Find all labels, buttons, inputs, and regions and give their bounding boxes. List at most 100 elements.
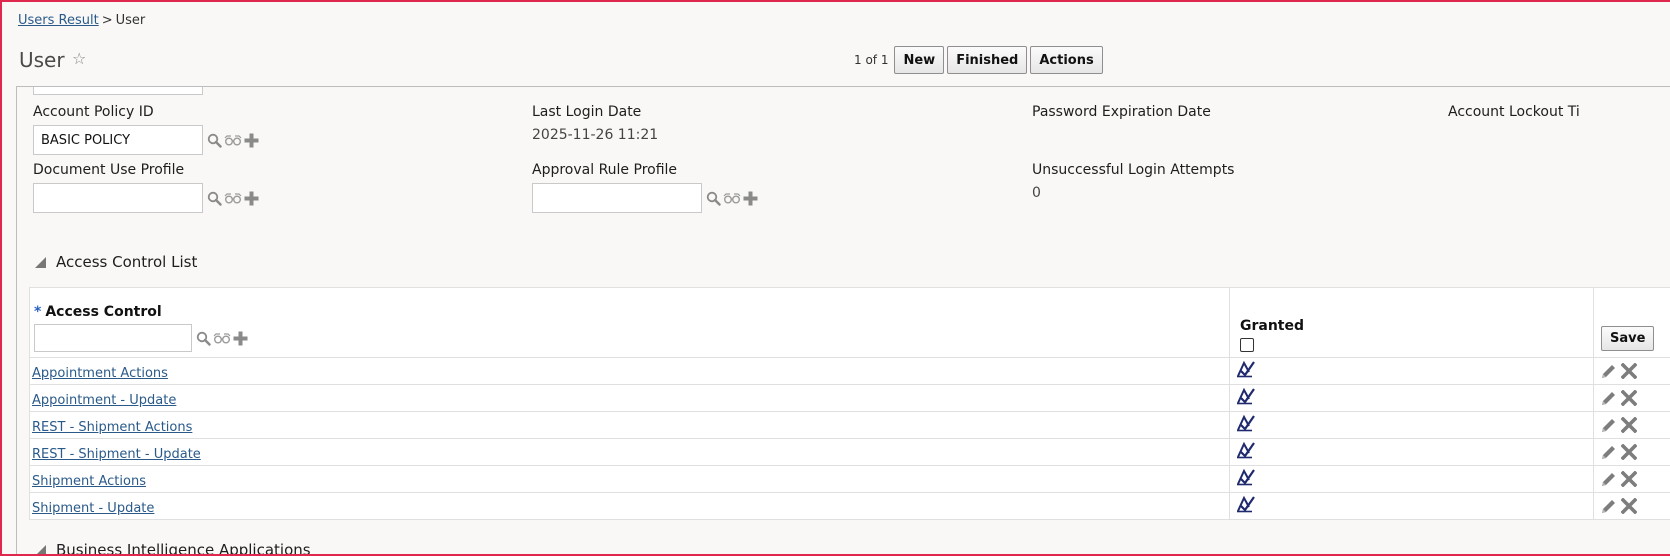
account-policy-field: Account Policy ID	[33, 104, 259, 155]
acl-header-row: * Access Control Granted Save	[29, 287, 1670, 358]
search-icon[interactable]	[706, 191, 721, 206]
granted-checkbox[interactable]	[1240, 338, 1254, 352]
plus-icon[interactable]	[244, 191, 259, 206]
partial-input-above[interactable]	[33, 87, 203, 95]
granted-cell	[1229, 411, 1594, 439]
bi-applications-section-title: Business Intelligence Applications	[56, 541, 311, 556]
last-login-label: Last Login Date	[532, 104, 642, 120]
granted-cell	[1229, 357, 1594, 385]
toolbar: 1 of 1 New Finished Actions	[854, 46, 1103, 74]
window-frame: Users Result > User User ☆ 1 of 1 New Fini…	[0, 0, 1670, 556]
row-actions-cell	[1593, 384, 1670, 412]
acl-section-header[interactable]: Access Control List	[35, 253, 197, 271]
breadcrumb-users-result-link[interactable]: Users Result	[18, 13, 99, 28]
user-detail-panel: Account Policy ID Last Login Date 2025-1…	[16, 86, 1670, 556]
granted-checkmark-icon	[1236, 468, 1256, 486]
password-expiration-field: Password Expiration Date	[1032, 104, 1211, 120]
access-control-input[interactable]	[34, 324, 192, 352]
plus-icon[interactable]	[233, 331, 248, 346]
granted-header-label: Granted	[1240, 318, 1305, 334]
search-icon[interactable]	[196, 331, 211, 346]
access-control-link[interactable]: Appointment - Update	[32, 393, 176, 408]
last-login-field: Last Login Date 2025-11-26 11:21	[532, 104, 658, 143]
password-expiration-label: Password Expiration Date	[1032, 104, 1211, 120]
access-control-link[interactable]: REST - Shipment - Update	[32, 447, 201, 462]
close-icon[interactable]	[1621, 444, 1637, 460]
unsuccessful-logins-value: 0	[1032, 185, 1041, 201]
access-control-link[interactable]: Shipment - Update	[32, 501, 154, 516]
granted-checkmark-icon	[1236, 360, 1256, 378]
close-icon[interactable]	[1621, 417, 1637, 433]
close-icon[interactable]	[1621, 498, 1637, 514]
row-actions-cell	[1593, 438, 1670, 466]
granted-cell	[1229, 465, 1594, 493]
plus-icon[interactable]	[743, 191, 758, 206]
new-button[interactable]: New	[894, 46, 945, 74]
access-control-header-label: * Access Control	[34, 304, 1225, 320]
acl-table: * Access Control Granted Save Appointmen…	[29, 287, 1670, 520]
actions-button[interactable]: Actions	[1030, 46, 1103, 74]
access-control-cell: REST - Shipment Actions	[29, 411, 1230, 439]
document-use-profile-input[interactable]	[33, 183, 203, 213]
search-icon[interactable]	[207, 191, 222, 206]
access-control-column-header: * Access Control	[29, 287, 1230, 358]
account-policy-label: Account Policy ID	[33, 104, 154, 120]
pencil-icon[interactable]	[1600, 390, 1617, 407]
plus-icon[interactable]	[244, 133, 259, 148]
glasses-icon[interactable]	[224, 191, 242, 205]
access-control-cell: REST - Shipment - Update	[29, 438, 1230, 466]
actions-column-header: Save	[1593, 287, 1670, 358]
pencil-icon[interactable]	[1600, 363, 1617, 380]
collapse-triangle-icon[interactable]	[35, 544, 46, 554]
last-login-value: 2025-11-26 11:21	[532, 127, 659, 143]
granted-cell	[1229, 438, 1594, 466]
granted-column-header: Granted	[1229, 287, 1594, 358]
approval-rule-profile-input[interactable]	[532, 183, 702, 213]
pencil-icon[interactable]	[1600, 498, 1617, 515]
access-control-cell: Shipment Actions	[29, 465, 1230, 493]
table-row: Shipment Actions	[29, 465, 1670, 493]
required-marker: *	[34, 304, 42, 320]
row-actions-cell	[1593, 465, 1670, 493]
finished-button[interactable]: Finished	[947, 46, 1028, 74]
bi-applications-section-header[interactable]: Business Intelligence Applications	[35, 541, 311, 556]
close-icon[interactable]	[1621, 363, 1637, 379]
collapse-triangle-icon[interactable]	[35, 256, 46, 268]
breadcrumb-separator: >	[101, 13, 113, 28]
acl-section-title: Access Control List	[56, 253, 198, 271]
access-control-link[interactable]: Shipment Actions	[32, 474, 146, 489]
table-row: REST - Shipment - Update	[29, 438, 1670, 466]
unsuccessful-logins-field: Unsuccessful Login Attempts 0	[1032, 162, 1234, 201]
row-actions-cell	[1593, 411, 1670, 439]
granted-checkmark-icon	[1236, 495, 1256, 513]
granted-cell	[1229, 492, 1594, 520]
pager-text: 1 of 1	[854, 53, 889, 67]
star-icon[interactable]: ☆	[72, 49, 86, 68]
approval-rule-profile-label: Approval Rule Profile	[532, 162, 678, 178]
pencil-icon[interactable]	[1600, 417, 1617, 434]
page-title: User	[19, 48, 65, 72]
account-lockout-field: Account Lockout Ti	[1448, 104, 1580, 120]
access-control-cell: Shipment - Update	[29, 492, 1230, 520]
breadcrumb-current: User	[115, 13, 146, 28]
access-control-cell: Appointment - Update	[29, 384, 1230, 412]
glasses-icon[interactable]	[213, 331, 231, 345]
table-row: REST - Shipment Actions	[29, 411, 1670, 439]
close-icon[interactable]	[1621, 471, 1637, 487]
pencil-icon[interactable]	[1600, 444, 1617, 461]
account-lockout-label: Account Lockout Ti	[1448, 104, 1580, 120]
access-control-link[interactable]: Appointment Actions	[32, 366, 168, 381]
close-icon[interactable]	[1621, 390, 1637, 406]
glasses-icon[interactable]	[224, 133, 242, 147]
glasses-icon[interactable]	[723, 191, 741, 205]
search-icon[interactable]	[207, 133, 222, 148]
table-row: Appointment - Update	[29, 384, 1670, 412]
save-button[interactable]: Save	[1601, 326, 1655, 351]
document-use-profile-field: Document Use Profile	[33, 162, 259, 213]
row-actions-cell	[1593, 357, 1670, 385]
pencil-icon[interactable]	[1600, 471, 1617, 488]
access-control-link[interactable]: REST - Shipment Actions	[32, 420, 192, 435]
granted-checkmark-icon	[1236, 414, 1256, 432]
account-policy-input[interactable]	[33, 125, 203, 155]
row-actions-cell	[1593, 492, 1670, 520]
